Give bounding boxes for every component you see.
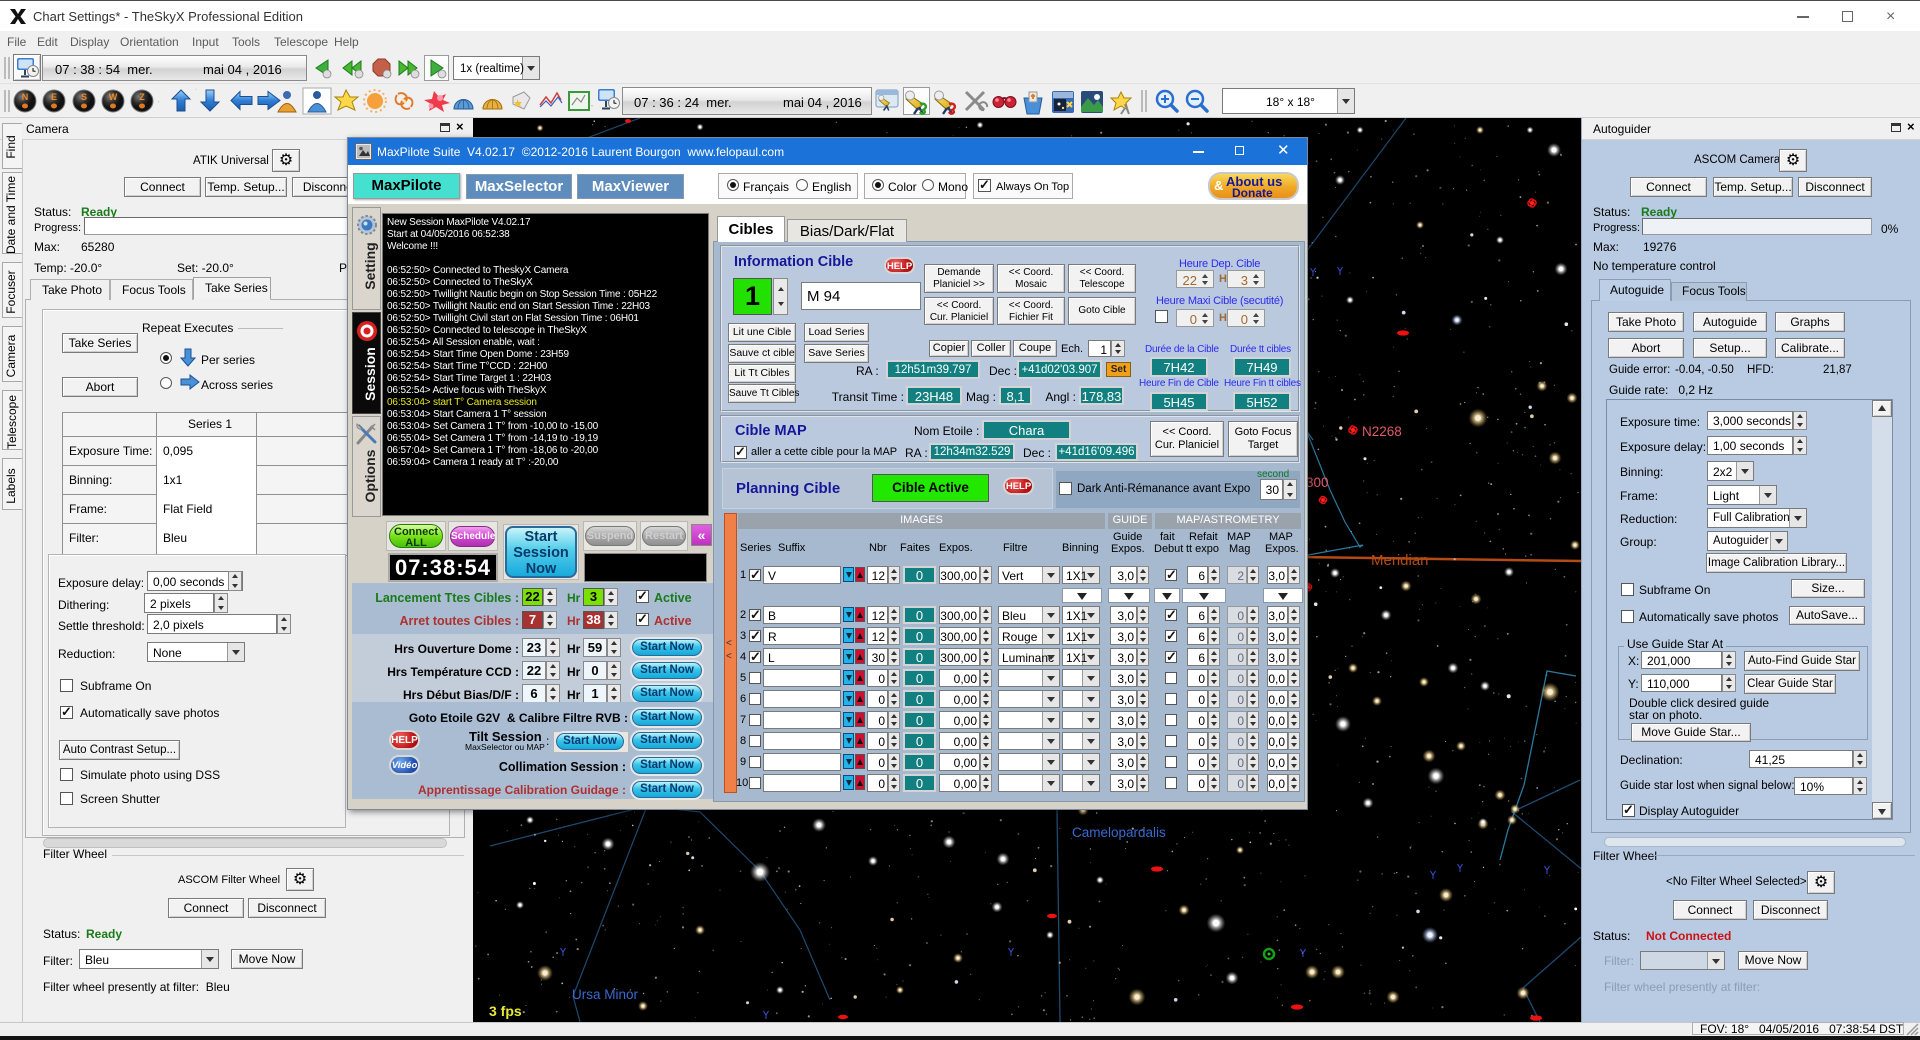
svg-text:Meridian: Meridian (1371, 552, 1429, 569)
svg-text:N2268: N2268 (1362, 424, 1402, 439)
svg-text:W: W (109, 92, 118, 102)
svg-text:3 fps: 3 fps (489, 1003, 522, 1019)
svg-text:Camelopardalis: Camelopardalis (1072, 825, 1166, 840)
svg-text:Ursa Minor: Ursa Minor (572, 987, 639, 1002)
svg-text:Z: Z (139, 92, 145, 102)
svg-text:300: 300 (1306, 475, 1329, 490)
svg-text:E: E (51, 92, 57, 102)
svg-text:S: S (81, 92, 87, 102)
svg-text:N: N (22, 92, 29, 102)
